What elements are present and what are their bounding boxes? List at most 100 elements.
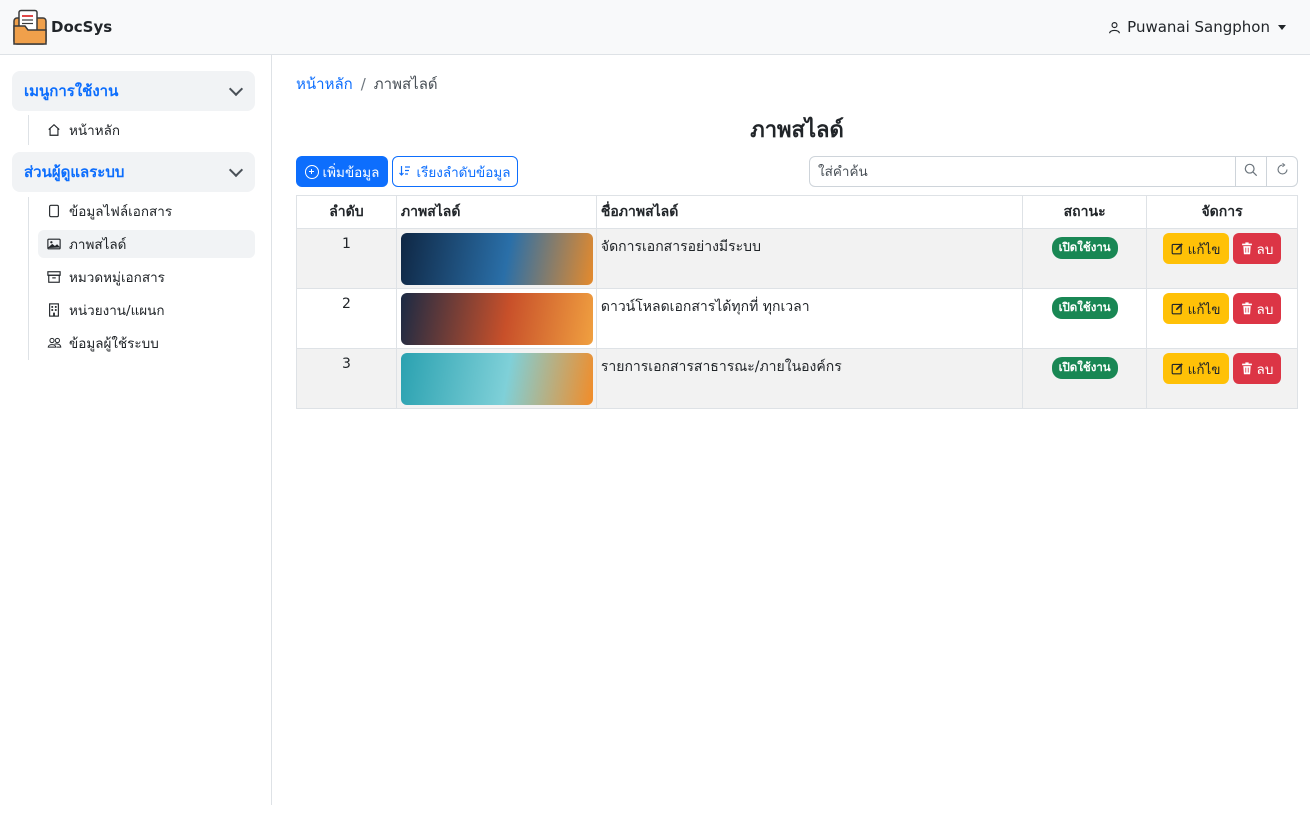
refresh-icon [1276, 162, 1289, 180]
reset-button[interactable] [1267, 156, 1298, 187]
folder-document-icon [13, 9, 47, 45]
sidebar-section-admin-list: ข้อมูลไฟล์เอกสาร ภาพสไลด์ หมวดหมู่เอกสาร… [28, 197, 255, 360]
sidebar-section-usage-list: หน้าหลัก [28, 115, 120, 145]
status-cell: เปิดใช้งาน [1022, 228, 1148, 289]
slide-thumbnail-cell [395, 288, 597, 349]
file-icon [46, 203, 62, 219]
col-header-image: ภาพสไลด์ [395, 195, 597, 229]
add-data-button[interactable]: เพิ่มข้อมูล [296, 156, 388, 187]
pencil-square-icon [1171, 362, 1184, 375]
col-header-name: ชื่อภาพสไลด์ [595, 195, 1024, 229]
status-cell: เปิดใช้งาน [1022, 348, 1148, 409]
breadcrumb-current: ภาพสไลด์ [373, 75, 438, 93]
trash-icon [1241, 302, 1253, 315]
col-header-actions: จัดการ [1146, 195, 1298, 229]
user-name: Puwanai Sangphon [1127, 18, 1270, 36]
delete-label: ลบ [1256, 241, 1274, 258]
user-menu-dropdown[interactable]: Puwanai Sangphon [1108, 18, 1286, 36]
col-header-status: สถานะ [1022, 195, 1148, 229]
sidebar-item-departments[interactable]: หน่วยงาน/แผนก [38, 296, 255, 324]
delete-button[interactable]: ลบ [1232, 293, 1282, 324]
table-row: 2 ดาวน์โหลดเอกสารได้ทุกที่ ทุกเวลา เปิดใ… [296, 288, 1298, 349]
row-number: 2 [296, 288, 397, 349]
breadcrumb-home-link[interactable]: หน้าหลัก [296, 72, 353, 96]
sidebar-item-users[interactable]: ข้อมูลผู้ใช้ระบบ [38, 329, 255, 357]
users-icon [46, 335, 62, 351]
breadcrumb-separator: / [360, 75, 366, 93]
table-row: 1 จัดการเอกสารอย่างมีระบบ เปิดใช้งาน แก้… [296, 228, 1298, 289]
trash-icon [1241, 362, 1253, 375]
slide-thumbnail[interactable] [400, 353, 593, 405]
sidebar-item-document-files[interactable]: ข้อมูลไฟล์เอกสาร [38, 197, 255, 225]
status-badge: เปิดใช้งาน [1051, 297, 1118, 319]
slides-table: ลำดับ ภาพสไลด์ ชื่อภาพสไลด์ สถานะ จัดการ… [296, 195, 1298, 409]
sidebar-section-title: เมนูการใช้งาน [24, 82, 119, 100]
status-badge: เปิดใช้งาน [1051, 237, 1118, 259]
table-row: 3 รายการเอกสารสาธารณะ/ภายในองค์กร เปิดใช… [296, 348, 1298, 409]
person-icon [1108, 21, 1121, 34]
sidebar: เมนูการใช้งาน หน้าหลัก ส่วนผู้ดูแลระบบ ข… [0, 55, 272, 805]
col-header-no: ลำดับ [296, 195, 397, 229]
delete-button[interactable]: ลบ [1232, 353, 1282, 384]
plus-circle-icon [304, 164, 319, 179]
edit-button[interactable]: แก้ไข [1162, 353, 1229, 384]
sidebar-item-label: หมวดหมู่เอกสาร [69, 270, 165, 286]
sidebar-item-categories[interactable]: หมวดหมู่เอกสาร [38, 263, 255, 291]
status-badge: เปิดใช้งาน [1051, 357, 1118, 379]
home-icon [46, 122, 62, 138]
building-icon [46, 302, 62, 318]
slide-thumbnail[interactable] [400, 233, 593, 285]
sidebar-item-label: หน้าหลัก [69, 123, 121, 139]
sort-icon [399, 165, 411, 179]
slide-name: ดาวน์โหลดเอกสารได้ทุกที่ ทุกเวลา [595, 288, 1024, 349]
sidebar-section-usage[interactable]: เมนูการใช้งาน [12, 71, 255, 111]
caret-down-icon [1278, 24, 1286, 30]
trash-icon [1241, 242, 1253, 255]
image-icon [46, 236, 62, 252]
actions-cell: แก้ไข ลบ [1146, 228, 1298, 289]
sidebar-item-slides[interactable]: ภาพสไลด์ [38, 230, 255, 258]
top-navbar: DocSys Puwanai Sangphon [0, 0, 1310, 55]
actions-cell: แก้ไข ลบ [1146, 348, 1298, 409]
sidebar-item-label: ข้อมูลไฟล์เอกสาร [69, 204, 173, 220]
row-number: 1 [296, 228, 397, 289]
row-number: 3 [296, 348, 397, 409]
slide-name: รายการเอกสารสาธารณะ/ภายในองค์กร [595, 348, 1024, 409]
edit-button[interactable]: แก้ไข [1162, 233, 1229, 264]
sidebar-item-label: ภาพสไลด์ [69, 237, 127, 253]
pencil-square-icon [1171, 242, 1184, 255]
search-button[interactable] [1236, 156, 1267, 187]
edit-label: แก้ไข [1187, 301, 1221, 318]
brand[interactable]: DocSys [13, 9, 112, 45]
edit-label: แก้ไข [1187, 241, 1221, 258]
search-icon [1244, 163, 1258, 181]
table-header-row: ลำดับ ภาพสไลด์ ชื่อภาพสไลด์ สถานะ จัดการ [296, 195, 1298, 229]
search-group [809, 156, 1298, 187]
sidebar-item-label: หน่วยงาน/แผนก [69, 303, 165, 319]
edit-button[interactable]: แก้ไข [1162, 293, 1229, 324]
brand-name: DocSys [51, 18, 113, 36]
slide-thumbnail[interactable] [400, 293, 593, 345]
sort-data-button[interactable]: เรียงลำดับข้อมูล [392, 156, 518, 187]
sort-data-label: เรียงลำดับข้อมูล [416, 164, 511, 181]
search-input[interactable] [809, 156, 1236, 187]
delete-label: ลบ [1256, 301, 1274, 318]
sidebar-section-admin[interactable]: ส่วนผู้ดูแลระบบ [12, 152, 255, 192]
sidebar-item-label: ข้อมูลผู้ใช้ระบบ [69, 336, 159, 352]
page-title: ภาพสไลด์ [750, 118, 844, 143]
breadcrumb: หน้าหลัก / ภาพสไลด์ [296, 72, 438, 96]
archive-icon [46, 269, 62, 285]
delete-label: ลบ [1256, 361, 1274, 378]
add-data-label: เพิ่มข้อมูล [322, 164, 380, 180]
sidebar-item-home[interactable]: หน้าหลัก [38, 116, 255, 144]
sidebar-section-title: ส่วนผู้ดูแลระบบ [24, 163, 125, 181]
chevron-down-icon [228, 162, 244, 177]
slide-thumbnail-cell [395, 348, 597, 409]
slide-thumbnail-cell [395, 228, 597, 289]
chevron-down-icon [228, 81, 244, 96]
status-cell: เปิดใช้งาน [1022, 288, 1148, 349]
slide-name: จัดการเอกสารอย่างมีระบบ [595, 228, 1024, 289]
actions-cell: แก้ไข ลบ [1146, 288, 1298, 349]
delete-button[interactable]: ลบ [1232, 233, 1282, 264]
pencil-square-icon [1171, 302, 1184, 315]
